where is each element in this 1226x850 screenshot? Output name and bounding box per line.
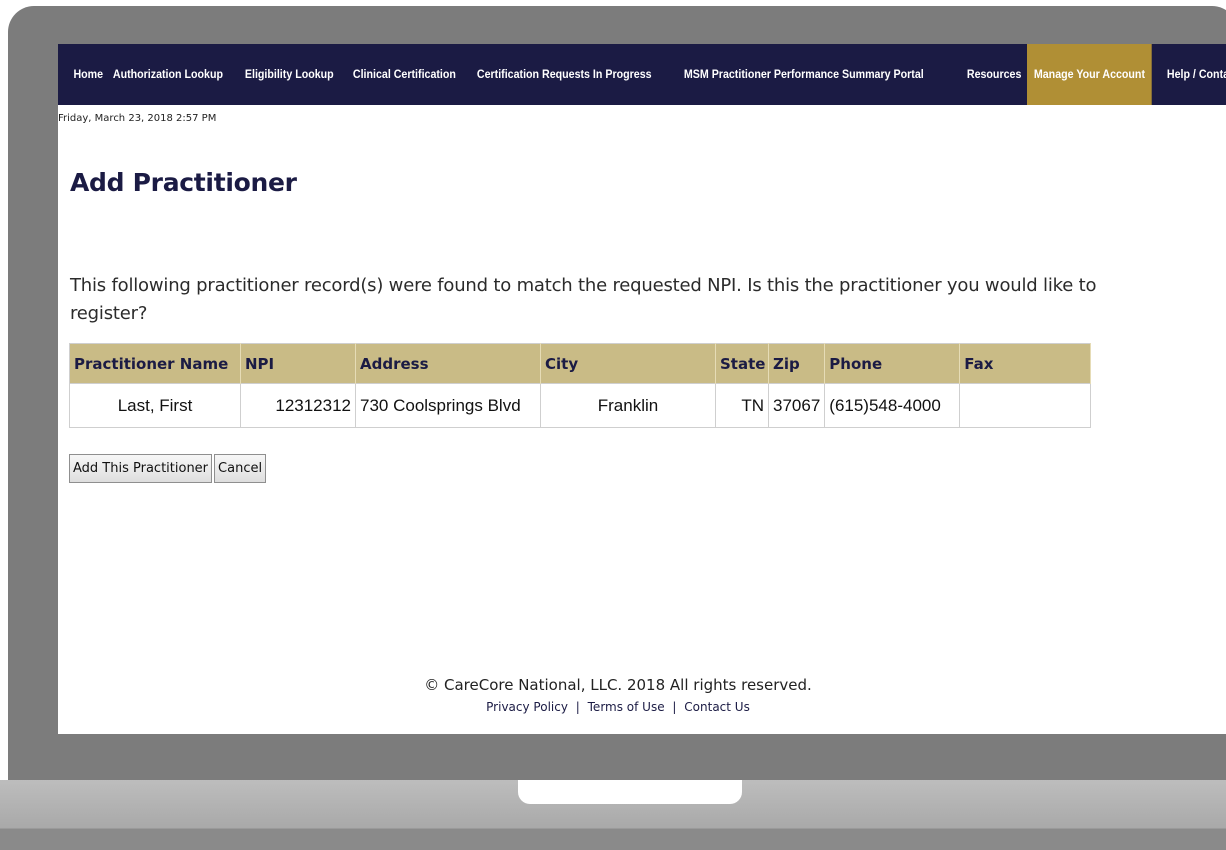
nav-item-manage-account[interactable]: Manage Your Account bbox=[1026, 44, 1152, 105]
laptop-notch bbox=[518, 780, 742, 804]
nav-item-msm-portal[interactable]: MSM Practitioner Performance Summary Por… bbox=[677, 44, 931, 105]
cell-practitioner-name: Last, First bbox=[69, 383, 241, 428]
contact-us-link[interactable]: Contact Us bbox=[684, 700, 750, 714]
top-navigation: Home Authorization Lookup Eligibility Lo… bbox=[58, 44, 1226, 105]
practitioner-results-table: Practitioner Name NPI Address City State… bbox=[69, 343, 1091, 428]
header-phone: Phone bbox=[824, 343, 961, 384]
cell-city: Franklin bbox=[540, 383, 716, 428]
browser-screen: Home Authorization Lookup Eligibility Lo… bbox=[58, 44, 1226, 734]
cell-fax bbox=[959, 383, 1091, 428]
match-prompt: This following practitioner record(s) we… bbox=[70, 275, 1097, 324]
terms-of-use-link[interactable]: Terms of Use bbox=[588, 700, 665, 714]
footer-separator: | bbox=[672, 700, 677, 714]
cell-state: TN bbox=[715, 383, 769, 428]
add-practitioner-button[interactable]: Add This Practitioner bbox=[69, 454, 213, 483]
footer-links: Privacy Policy | Terms of Use | Contact … bbox=[58, 700, 1178, 714]
header-practitioner-name: Practitioner Name bbox=[69, 343, 241, 384]
nav-item-home[interactable]: Home bbox=[58, 44, 110, 105]
privacy-policy-link[interactable]: Privacy Policy bbox=[486, 700, 568, 714]
footer-separator: | bbox=[575, 700, 580, 714]
nav-item-help-contact[interactable]: Help / Contact Us bbox=[1160, 44, 1226, 105]
header-address: Address bbox=[355, 343, 541, 384]
cancel-button[interactable]: Cancel bbox=[214, 454, 267, 483]
nav-item-certification-requests[interactable]: Certification Requests In Progress bbox=[470, 44, 658, 105]
nav-item-clinical-certification[interactable]: Clinical Certification bbox=[346, 44, 463, 105]
cell-address: 730 Coolsprings Blvd bbox=[355, 383, 541, 428]
nav-item-authorization-lookup[interactable]: Authorization Lookup bbox=[106, 44, 230, 105]
cell-npi: 12312312 bbox=[240, 383, 356, 428]
copyright-text: © CareCore National, LLC. 2018 All right… bbox=[424, 676, 812, 694]
table-header-row: Practitioner Name NPI Address City State… bbox=[69, 343, 1091, 384]
page-title: Add Practitioner bbox=[70, 168, 297, 197]
page-footer: © CareCore National, LLC. 2018 All right… bbox=[58, 676, 1178, 714]
header-npi: NPI bbox=[240, 343, 356, 384]
header-zip: Zip bbox=[768, 343, 826, 384]
table-row[interactable]: Last, First 12312312 730 Coolsprings Blv… bbox=[69, 383, 1091, 428]
header-fax: Fax bbox=[959, 343, 1091, 384]
header-state: State bbox=[715, 343, 769, 384]
header-city: City bbox=[540, 343, 716, 384]
nav-item-eligibility-lookup[interactable]: Eligibility Lookup bbox=[238, 44, 341, 105]
current-datetime: Friday, March 23, 2018 2:57 PM bbox=[58, 113, 217, 124]
cell-zip: 37067 bbox=[767, 383, 826, 428]
cell-phone: (615)548-4000 bbox=[824, 383, 961, 428]
action-buttons: Add This Practitioner Cancel bbox=[69, 454, 267, 483]
nav-item-resources[interactable]: Resources bbox=[960, 44, 1028, 105]
